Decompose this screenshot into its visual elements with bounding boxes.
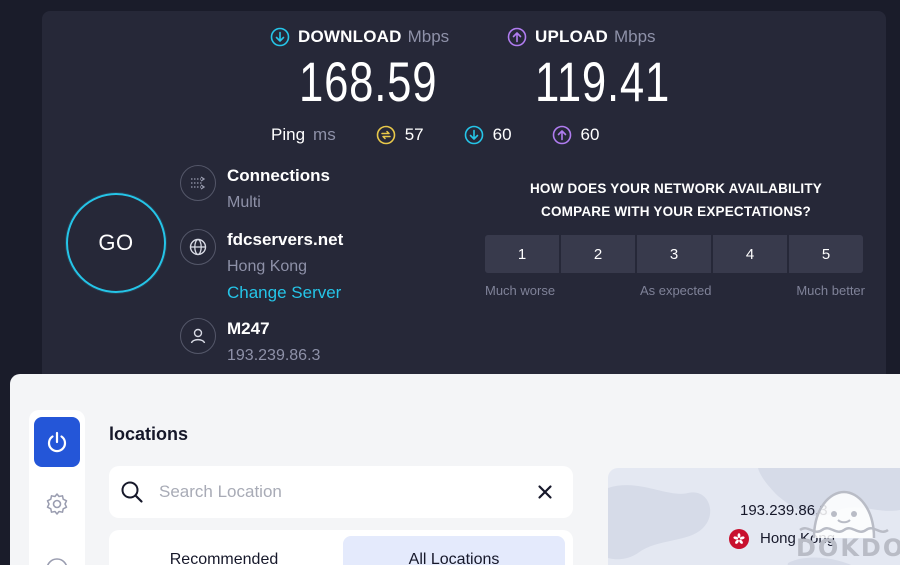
download-value: 168.59 xyxy=(299,50,438,113)
download-arrow-icon xyxy=(270,27,290,47)
survey-question-line-1: HOW DOES YOUR NETWORK AVAILABILITY xyxy=(529,181,823,196)
close-icon[interactable] xyxy=(535,482,555,502)
ping-download-icon xyxy=(464,125,483,145)
speedtest-panel: DOWNLOAD Mbps 168.59 UPLOAD Mbps 119.41 … xyxy=(42,11,886,391)
search-input[interactable] xyxy=(159,478,519,506)
upload-header: UPLOAD Mbps xyxy=(507,27,656,47)
locations-title: locations xyxy=(109,424,189,444)
watermark-logo: DOKDO xyxy=(792,486,900,562)
provider-name: M247 xyxy=(227,319,270,338)
rating-button-5[interactable]: 5 xyxy=(789,235,863,273)
tab-recommended[interactable]: Recommended xyxy=(113,536,335,565)
server-location: Hong Kong xyxy=(227,258,308,275)
ping-unit: ms xyxy=(313,125,336,144)
rating-label-mid: As expected xyxy=(639,283,712,298)
ping-download: 60 xyxy=(464,125,512,145)
power-icon xyxy=(47,431,67,453)
change-server-link[interactable]: Change Server xyxy=(227,283,341,303)
location-tabs: Recommended All Locations xyxy=(109,530,573,565)
rating-button-1[interactable]: 1 xyxy=(485,235,559,273)
download-header: DOWNLOAD Mbps xyxy=(270,27,449,47)
tab-all-locations[interactable]: All Locations xyxy=(343,536,565,565)
survey-question-line-2: COMPARE WITH YOUR EXPECTATIONS? xyxy=(541,204,811,219)
ping-upload: 60 xyxy=(552,125,600,145)
upload-arrow-icon xyxy=(507,27,527,47)
search-icon xyxy=(121,481,143,503)
rating-scale: 1 2 3 4 5 xyxy=(485,235,863,273)
watermark-text: DOKDO xyxy=(796,534,900,562)
user-icon xyxy=(180,318,216,354)
download-unit: Mbps xyxy=(407,27,450,46)
ping-idle-value: 57 xyxy=(404,125,424,144)
ping-upload-value: 60 xyxy=(580,125,600,144)
gear-icon xyxy=(46,493,68,515)
server-name: fdcservers.net xyxy=(227,230,344,249)
ping-upload-icon xyxy=(552,125,571,145)
power-button[interactable] xyxy=(34,417,80,467)
ping-row: Ping ms 57 60 60 xyxy=(271,125,599,145)
connections-value: Multi xyxy=(227,194,261,211)
upload-value: 119.41 xyxy=(535,50,671,113)
provider-ip: 193.239.86.3 xyxy=(227,347,321,364)
ping-idle-icon xyxy=(376,125,396,145)
rating-button-2[interactable]: 2 xyxy=(561,235,635,273)
connections-title: Connections xyxy=(227,166,330,185)
rail-item-icon[interactable] xyxy=(43,555,71,565)
rating-label-low: Much worse xyxy=(485,283,556,298)
rating-label-high: Much better xyxy=(796,283,865,298)
upload-unit: Mbps xyxy=(613,27,656,46)
survey-question: HOW DOES YOUR NETWORK AVAILABILITY COMPA… xyxy=(486,177,866,223)
vpn-app-window: locations Recommended All Locations 193.… xyxy=(10,374,900,565)
search-box xyxy=(109,466,573,518)
rating-button-4[interactable]: 4 xyxy=(713,235,787,273)
upload-label: UPLOAD xyxy=(535,27,608,46)
connections-icon xyxy=(180,165,216,201)
ping-download-value: 60 xyxy=(492,125,512,144)
go-button[interactable]: GO xyxy=(66,193,166,293)
settings-button[interactable] xyxy=(43,490,71,518)
rating-button-3[interactable]: 3 xyxy=(637,235,711,273)
ping-idle: 57 xyxy=(376,125,424,145)
rating-labels: Much worse As expected Much better xyxy=(485,283,865,298)
hong-kong-flag-icon xyxy=(729,529,749,549)
side-rail xyxy=(29,410,85,565)
globe-icon xyxy=(180,229,216,265)
ping-label: Ping xyxy=(271,125,306,144)
download-label: DOWNLOAD xyxy=(298,27,402,46)
